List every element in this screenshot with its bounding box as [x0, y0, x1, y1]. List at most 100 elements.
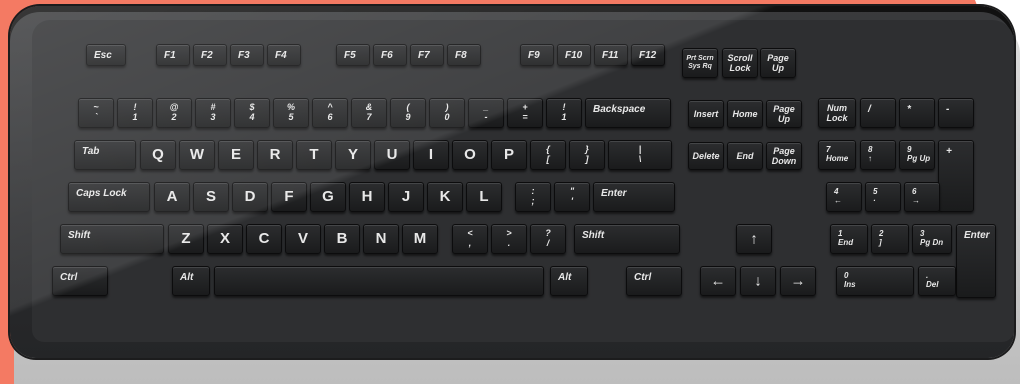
key-f11[interactable]: F11: [594, 44, 628, 66]
key-k1[interactable]: ! 1: [117, 98, 153, 128]
key-pagedown[interactable]: Page Down: [766, 142, 802, 170]
key-f7[interactable]: F7: [410, 44, 444, 66]
key-f6[interactable]: F6: [373, 44, 407, 66]
key-ctrl-r[interactable]: Ctrl: [626, 266, 682, 296]
key-colon[interactable]: : ;: [515, 182, 551, 212]
key-l[interactable]: L: [466, 182, 502, 212]
key-f2[interactable]: F2: [193, 44, 227, 66]
key-np9[interactable]: 9 Pg Up: [899, 140, 935, 170]
key-backspace[interactable]: Backspace: [585, 98, 671, 128]
key-shift-l[interactable]: Shift: [60, 224, 164, 254]
key-pipe[interactable]: | \: [608, 140, 672, 170]
key-ctrl-l[interactable]: Ctrl: [52, 266, 108, 296]
key-np5[interactable]: 5 ·: [865, 182, 901, 212]
key-f4[interactable]: F4: [267, 44, 301, 66]
key-np4[interactable]: 4 ←: [826, 182, 862, 212]
key-kminus-np[interactable]: -: [938, 98, 974, 128]
key-f3[interactable]: F3: [230, 44, 264, 66]
key-f5[interactable]: F5: [336, 44, 370, 66]
key-e[interactable]: E: [218, 140, 254, 170]
key-f[interactable]: F: [271, 182, 307, 212]
key-alt-r[interactable]: Alt: [550, 266, 588, 296]
key-j[interactable]: J: [388, 182, 424, 212]
key-x[interactable]: X: [207, 224, 243, 254]
key-end[interactable]: End: [727, 142, 763, 170]
key-o[interactable]: O: [452, 140, 488, 170]
key-n[interactable]: N: [363, 224, 399, 254]
key-k8[interactable]: ( 9: [390, 98, 426, 128]
key-kbang[interactable]: ! 1: [546, 98, 582, 128]
key-tilde[interactable]: ~ `: [78, 98, 114, 128]
key-np2[interactable]: 2 ]: [871, 224, 909, 254]
key-y[interactable]: Y: [335, 140, 371, 170]
key-w[interactable]: W: [179, 140, 215, 170]
key-up[interactable]: ↑: [736, 224, 772, 254]
key-k7[interactable]: & 7: [351, 98, 387, 128]
key-delete[interactable]: Delete: [688, 142, 724, 170]
key-u[interactable]: U: [374, 140, 410, 170]
key-f10[interactable]: F10: [557, 44, 591, 66]
key-np1[interactable]: 1 End: [830, 224, 868, 254]
key-qm[interactable]: ? /: [530, 224, 566, 254]
key-kstar[interactable]: *: [899, 98, 935, 128]
key-p[interactable]: P: [491, 140, 527, 170]
key-i[interactable]: I: [413, 140, 449, 170]
key-f8[interactable]: F8: [447, 44, 481, 66]
key-f9[interactable]: F9: [520, 44, 554, 66]
key-numlock[interactable]: Num Lock: [818, 98, 856, 128]
key-prtscn[interactable]: Prt Scrn Sys Rq: [682, 48, 718, 78]
key-caps[interactable]: Caps Lock: [68, 182, 150, 212]
key-f12[interactable]: F12: [631, 44, 665, 66]
key-np7[interactable]: 7 Home: [818, 140, 856, 170]
key-c[interactable]: C: [246, 224, 282, 254]
key-scroll[interactable]: Scroll Lock: [722, 48, 758, 78]
key-right[interactable]: →: [780, 266, 816, 296]
key-shift-r[interactable]: Shift: [574, 224, 680, 254]
key-enter[interactable]: Enter: [593, 182, 675, 212]
key-k3[interactable]: # 3: [195, 98, 231, 128]
key-s[interactable]: S: [193, 182, 229, 212]
key-t[interactable]: T: [296, 140, 332, 170]
key-pageup-top[interactable]: Page Up: [760, 48, 796, 78]
key-npenter[interactable]: Enter: [956, 224, 996, 298]
key-k9[interactable]: ) 0: [429, 98, 465, 128]
key-quote[interactable]: " ': [554, 182, 590, 212]
key-kminus[interactable]: _ -: [468, 98, 504, 128]
key-npplus[interactable]: +: [938, 140, 974, 212]
key-g[interactable]: G: [310, 182, 346, 212]
key-lbrace[interactable]: { [: [530, 140, 566, 170]
key-down[interactable]: ↓: [740, 266, 776, 296]
key-kslash[interactable]: /: [860, 98, 896, 128]
key-k2[interactable]: @ 2: [156, 98, 192, 128]
key-z[interactable]: Z: [168, 224, 204, 254]
key-m[interactable]: M: [402, 224, 438, 254]
key-tab[interactable]: Tab: [74, 140, 136, 170]
key-kplus[interactable]: + =: [507, 98, 543, 128]
key-rbrace[interactable]: } ]: [569, 140, 605, 170]
key-np3[interactable]: 3 Pg Dn: [912, 224, 952, 254]
key-k6[interactable]: ^ 6: [312, 98, 348, 128]
key-npdel[interactable]: . Del: [918, 266, 956, 296]
key-insert[interactable]: Insert: [688, 100, 724, 128]
key-lt[interactable]: < ,: [452, 224, 488, 254]
key-b[interactable]: B: [324, 224, 360, 254]
key-np6[interactable]: 6 →: [904, 182, 940, 212]
key-alt-l[interactable]: Alt: [172, 266, 210, 296]
key-k5[interactable]: % 5: [273, 98, 309, 128]
key-f1[interactable]: F1: [156, 44, 190, 66]
key-np8[interactable]: 8 ↑: [860, 140, 896, 170]
key-k4[interactable]: $ 4: [234, 98, 270, 128]
key-h[interactable]: H: [349, 182, 385, 212]
key-np0[interactable]: 0 Ins: [836, 266, 914, 296]
key-space[interactable]: [214, 266, 544, 296]
key-q[interactable]: Q: [140, 140, 176, 170]
key-v[interactable]: V: [285, 224, 321, 254]
key-a[interactable]: A: [154, 182, 190, 212]
key-gt[interactable]: > .: [491, 224, 527, 254]
key-k[interactable]: K: [427, 182, 463, 212]
key-esc[interactable]: Esc: [86, 44, 126, 66]
key-left[interactable]: ←: [700, 266, 736, 296]
key-home[interactable]: Home: [727, 100, 763, 128]
key-r[interactable]: R: [257, 140, 293, 170]
key-pageup[interactable]: Page Up: [766, 100, 802, 128]
